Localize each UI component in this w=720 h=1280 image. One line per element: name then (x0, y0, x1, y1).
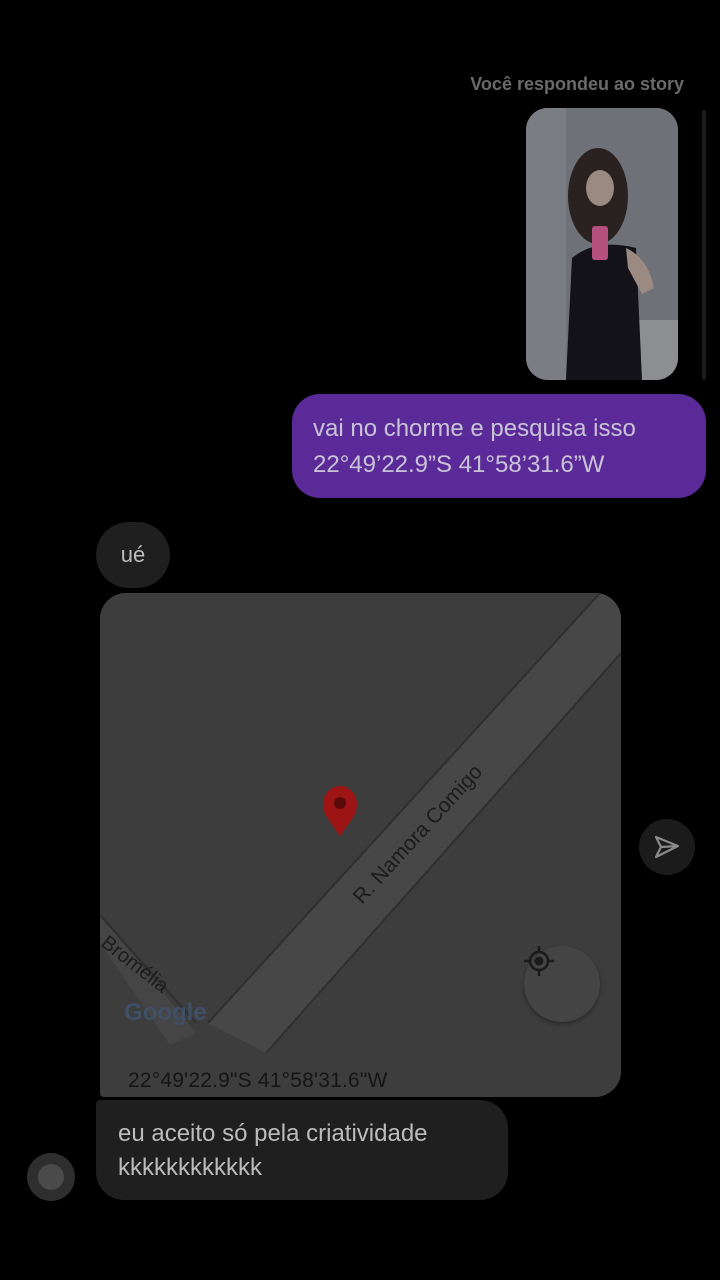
my-location-icon (524, 946, 554, 976)
map-coordinates: 22°49'22.9"S 41°58'31.6"W (128, 1069, 388, 1092)
my-location-button[interactable] (524, 946, 600, 1022)
incoming-message-bubble[interactable]: eu aceito só pela criatividade kkkkkkkkk… (96, 1100, 508, 1200)
message-text: ué (120, 542, 146, 567)
google-logo: Google (124, 999, 207, 1026)
avatar-icon (38, 1164, 64, 1190)
scroll-indicator[interactable] (702, 110, 706, 380)
story-thumbnail[interactable] (526, 108, 678, 380)
message-text-line: 22°49’22.9”S 41°58’31.6”W (313, 451, 605, 478)
outgoing-message-bubble[interactable]: vai no chorme e pesquisa isso 22°49’22.9… (292, 394, 706, 498)
location-map-card[interactable]: R. Namora Comigo Bromélia Google 22°49'2… (100, 593, 621, 1097)
share-button[interactable] (639, 819, 695, 875)
map-view: R. Namora Comigo Bromélia Google (100, 593, 621, 1097)
story-photo (526, 108, 678, 380)
message-text-line: kkkkkkkkkkkk (118, 1154, 262, 1181)
message-text-line: eu aceito só pela criatividade (118, 1120, 428, 1147)
dm-conversation-screen: Você respondeu ao story vai no chorme e … (0, 0, 720, 1280)
message-text-line: vai no chorme e pesquisa isso (313, 415, 636, 442)
story-reply-label: Você respondeu ao story (470, 74, 684, 94)
incoming-message-bubble[interactable]: ué (96, 522, 170, 588)
send-icon (654, 835, 680, 859)
sender-avatar[interactable] (27, 1153, 75, 1201)
